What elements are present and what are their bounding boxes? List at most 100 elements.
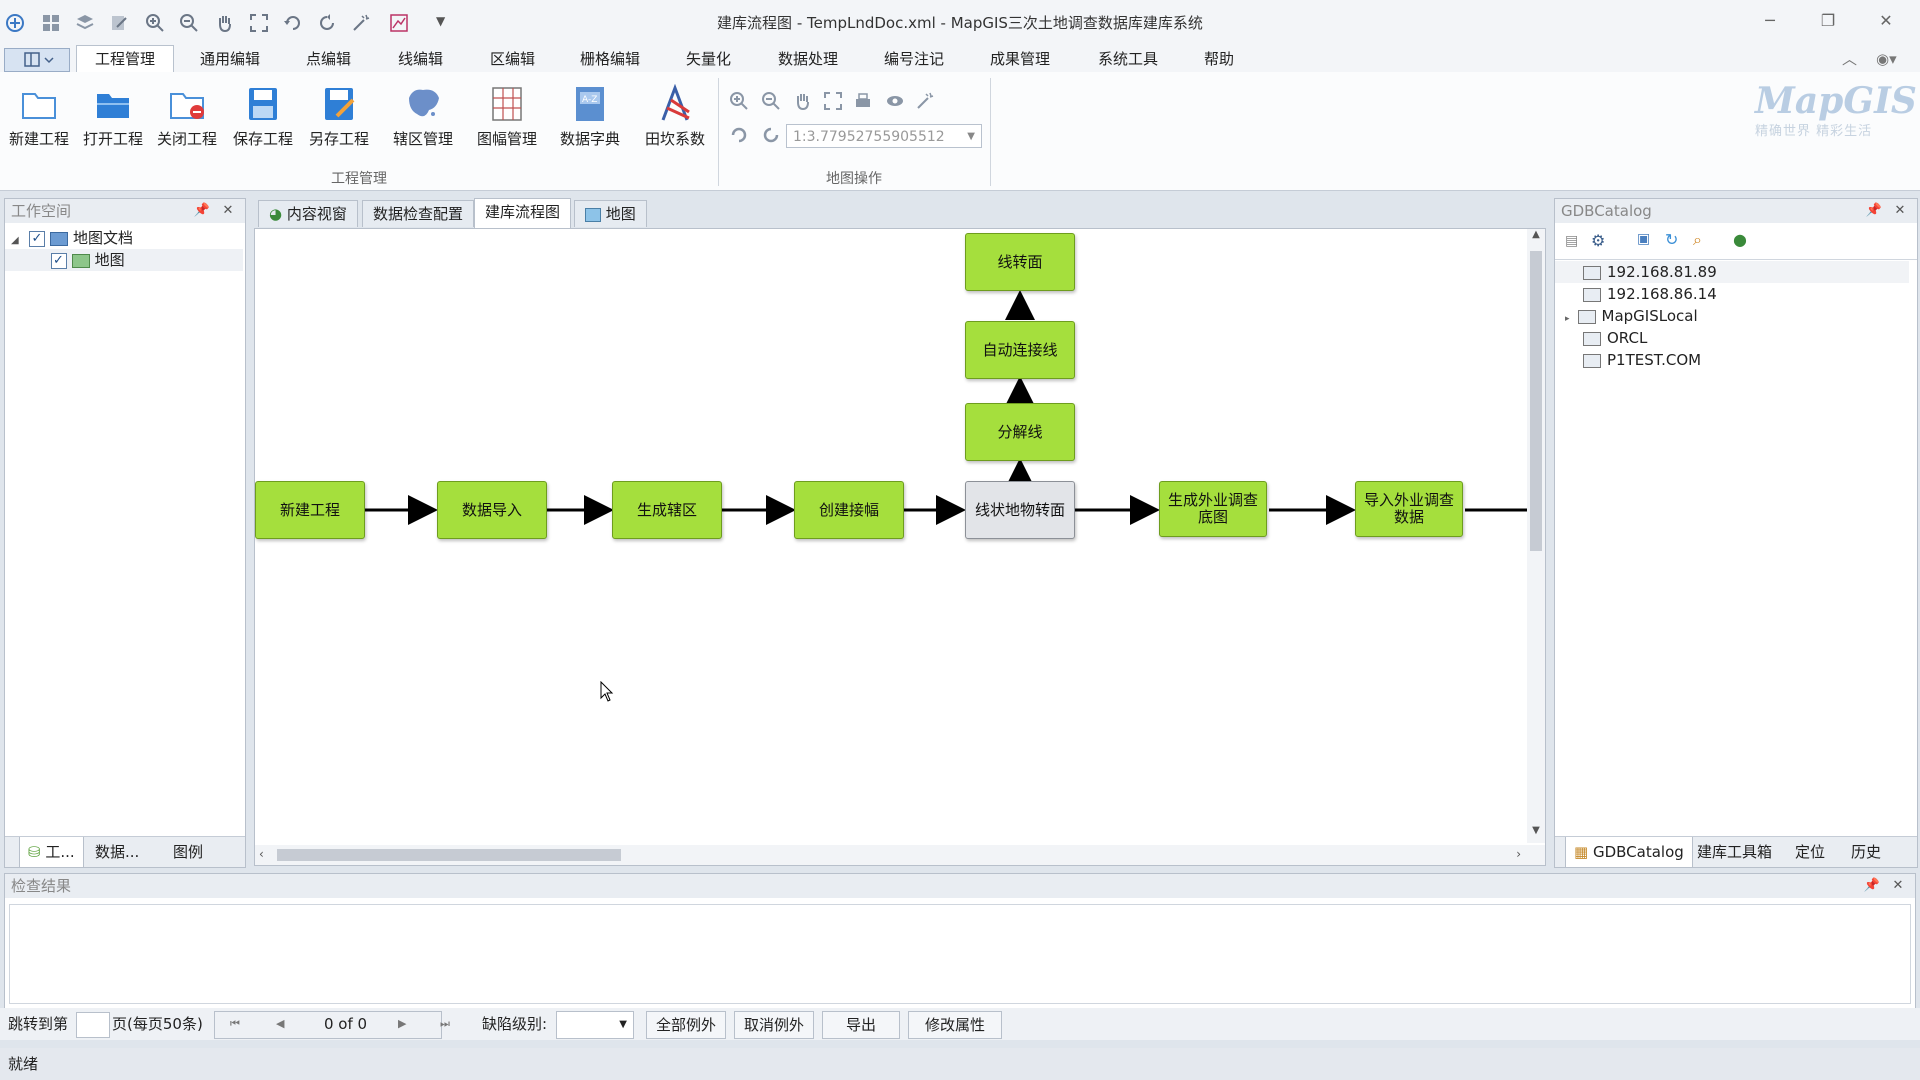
flow-node-new-project[interactable]: 新建工程 <box>255 481 365 539</box>
tab-locate[interactable]: 定位 <box>1795 837 1825 867</box>
catalog-item[interactable]: ORCL <box>1583 327 1647 349</box>
save-as-project-button[interactable]: 另存工程 <box>304 80 374 160</box>
restore-icon[interactable]: ❐ <box>1808 6 1848 36</box>
catalog-item[interactable]: P1TEST.COM <box>1583 349 1701 371</box>
scroll-left-icon[interactable]: ‹ <box>259 847 264 861</box>
flow-node-split-line[interactable]: 分解线 <box>965 403 1075 461</box>
tab-content-view[interactable]: ◕ 内容视窗 <box>258 200 358 227</box>
flow-node-import-field-data[interactable]: 导入外业调查数据 <box>1355 481 1463 537</box>
tab-vectorize[interactable]: 矢量化 <box>686 46 731 72</box>
first-page-icon[interactable]: ⏮ <box>230 1011 240 1037</box>
flow-node-generate-jurisdiction[interactable]: 生成辖区 <box>612 481 722 539</box>
results-list[interactable] <box>9 904 1911 1004</box>
cancel-exception-button[interactable]: 取消例外 <box>734 1011 814 1039</box>
expand-arrow-icon[interactable]: ▸ <box>1565 314 1570 324</box>
new-project-button[interactable]: 新建工程 <box>4 80 74 160</box>
flow-node-generate-field-basemap[interactable]: 生成外业调查底图 <box>1159 481 1267 537</box>
pin-icon[interactable]: 📌 <box>1863 874 1881 898</box>
tab-map[interactable]: 地图 <box>574 200 647 227</box>
tree-item-map[interactable]: 地图 <box>5 249 243 272</box>
export-button[interactable]: 导出 <box>822 1011 900 1039</box>
tab-project-management[interactable]: 工程管理 <box>76 45 175 74</box>
tab-data-processing[interactable]: 数据处理 <box>778 46 838 72</box>
open-project-button[interactable]: 打开工程 <box>78 80 148 160</box>
tab-line-edit[interactable]: 线编辑 <box>398 46 443 72</box>
tab-point-edit[interactable]: 点编辑 <box>306 46 351 72</box>
vertical-scroll-thumb[interactable] <box>1530 251 1542 551</box>
zoom-out-tool-icon[interactable] <box>760 90 782 112</box>
minimize-icon[interactable]: ─ <box>1750 6 1790 36</box>
catalog-item[interactable]: 192.168.86.14 <box>1583 283 1717 305</box>
page-number-input[interactable] <box>76 1012 110 1038</box>
connect-server-icon[interactable]: ⚙ <box>1591 231 1605 250</box>
tab-gdbcatalog[interactable]: ▦ GDBCatalog <box>1565 837 1693 868</box>
tab-data-check-config[interactable]: 数据检查配置 <box>362 200 475 227</box>
scroll-right-icon[interactable]: › <box>1516 847 1521 861</box>
tab-results-management[interactable]: 成果管理 <box>990 46 1050 72</box>
next-page-icon[interactable]: ▶ <box>398 1011 406 1037</box>
tab-workspace[interactable]: ⛁ 工... <box>19 837 84 868</box>
jurisdiction-management-button[interactable]: 辖区管理 <box>388 80 458 160</box>
tab-area-edit[interactable]: 区编辑 <box>490 46 535 72</box>
sheet-management-button[interactable]: 图幅管理 <box>472 80 542 160</box>
pan-tool-icon[interactable] <box>792 90 814 112</box>
last-page-icon[interactable]: ⏭ <box>440 1011 450 1037</box>
app-menu-button[interactable] <box>4 48 70 72</box>
collapse-ribbon-icon[interactable]: ︿ <box>1842 46 1857 72</box>
zoom-in-tool-icon[interactable] <box>728 90 750 112</box>
tree-item-map-document[interactable]: ◢ 地图文档 <box>11 227 133 250</box>
print-tool-icon[interactable] <box>852 90 874 112</box>
tab-build-toolbox[interactable]: 建库工具箱 <box>1697 837 1772 867</box>
pin-icon[interactable]: 📌 <box>193 199 211 223</box>
flow-node-linear-to-polygon[interactable]: 线状地物转面 <box>965 481 1075 539</box>
redraw-tool-icon[interactable] <box>760 124 782 146</box>
close-window-icon[interactable]: ✕ <box>1866 6 1906 36</box>
scroll-up-icon[interactable]: ▲ <box>1527 229 1545 247</box>
tab-history[interactable]: 历史 <box>1851 837 1881 867</box>
refresh-tool-icon[interactable] <box>728 124 750 146</box>
tab-help[interactable]: 帮助 <box>1204 46 1234 72</box>
flow-node-create-sheet-join[interactable]: 创建接幅 <box>794 481 904 539</box>
catalog-list-icon[interactable]: ▤ <box>1565 233 1578 249</box>
all-exception-button[interactable]: 全部例外 <box>646 1011 726 1039</box>
catalog-item[interactable]: ▸ MapGISLocal <box>1565 305 1698 327</box>
search-icon[interactable]: ⌕ <box>1693 230 1702 250</box>
ridge-coefficient-button[interactable]: 田坎系数 <box>640 80 710 160</box>
eye-tool-icon[interactable] <box>884 90 906 112</box>
vertical-scrollbar[interactable]: ▲ ▼ <box>1527 229 1545 843</box>
full-extent-tool-icon[interactable] <box>822 90 844 112</box>
new-window-icon[interactable]: ▣ <box>1637 231 1650 247</box>
flow-node-data-import[interactable]: 数据导入 <box>437 481 547 539</box>
flow-node-line-to-polygon[interactable]: 线转面 <box>965 233 1075 291</box>
scale-dropdown[interactable]: 1:3.77952755905512 ▼ <box>786 124 982 148</box>
prev-page-icon[interactable]: ◀ <box>276 1011 284 1037</box>
close-icon[interactable]: ✕ <box>1889 874 1907 898</box>
expand-arrow-icon[interactable]: ◢ <box>11 235 19 246</box>
refresh-catalog-icon[interactable]: ↻ <box>1665 230 1678 249</box>
save-project-button[interactable]: 保存工程 <box>228 80 298 160</box>
flow-node-auto-connect-line[interactable]: 自动连接线 <box>965 321 1075 379</box>
user-account-icon[interactable]: ◉▾ <box>1876 46 1897 72</box>
tab-general-edit[interactable]: 通用编辑 <box>200 46 260 72</box>
catalog-item[interactable]: 192.168.81.89 <box>1555 261 1909 283</box>
map-checkbox[interactable] <box>51 250 67 272</box>
globe-icon[interactable]: ● <box>1733 230 1747 249</box>
tab-legend[interactable]: 图例 <box>173 837 203 867</box>
close-icon[interactable]: ✕ <box>1891 199 1909 223</box>
modify-attributes-button[interactable]: 修改属性 <box>908 1011 1002 1039</box>
map-document-checkbox[interactable] <box>29 228 46 250</box>
defect-level-select[interactable]: ▼ <box>556 1011 634 1039</box>
tab-numbering-annotation[interactable]: 编号注记 <box>884 46 944 72</box>
close-icon[interactable]: ✕ <box>219 199 237 223</box>
pin-icon[interactable]: 📌 <box>1865 199 1883 223</box>
tab-build-flowchart[interactable]: 建库流程图 <box>474 198 572 228</box>
tab-data[interactable]: 数据... <box>95 837 139 867</box>
horizontal-scrollbar[interactable]: ‹ › <box>255 845 1545 865</box>
select-tool-icon[interactable] <box>914 90 936 112</box>
tab-raster-edit[interactable]: 栅格编辑 <box>580 46 640 72</box>
flowchart-canvas[interactable]: 新建工程 数据导入 生成辖区 创建接幅 线状地物转面 生成外业调查底图 导入外业… <box>254 228 1546 866</box>
scroll-down-icon[interactable]: ▼ <box>1527 825 1545 843</box>
horizontal-scroll-thumb[interactable] <box>277 849 621 861</box>
data-dictionary-button[interactable]: A-Z 数据字典 <box>555 80 625 160</box>
close-project-button[interactable]: 关闭工程 <box>152 80 222 160</box>
